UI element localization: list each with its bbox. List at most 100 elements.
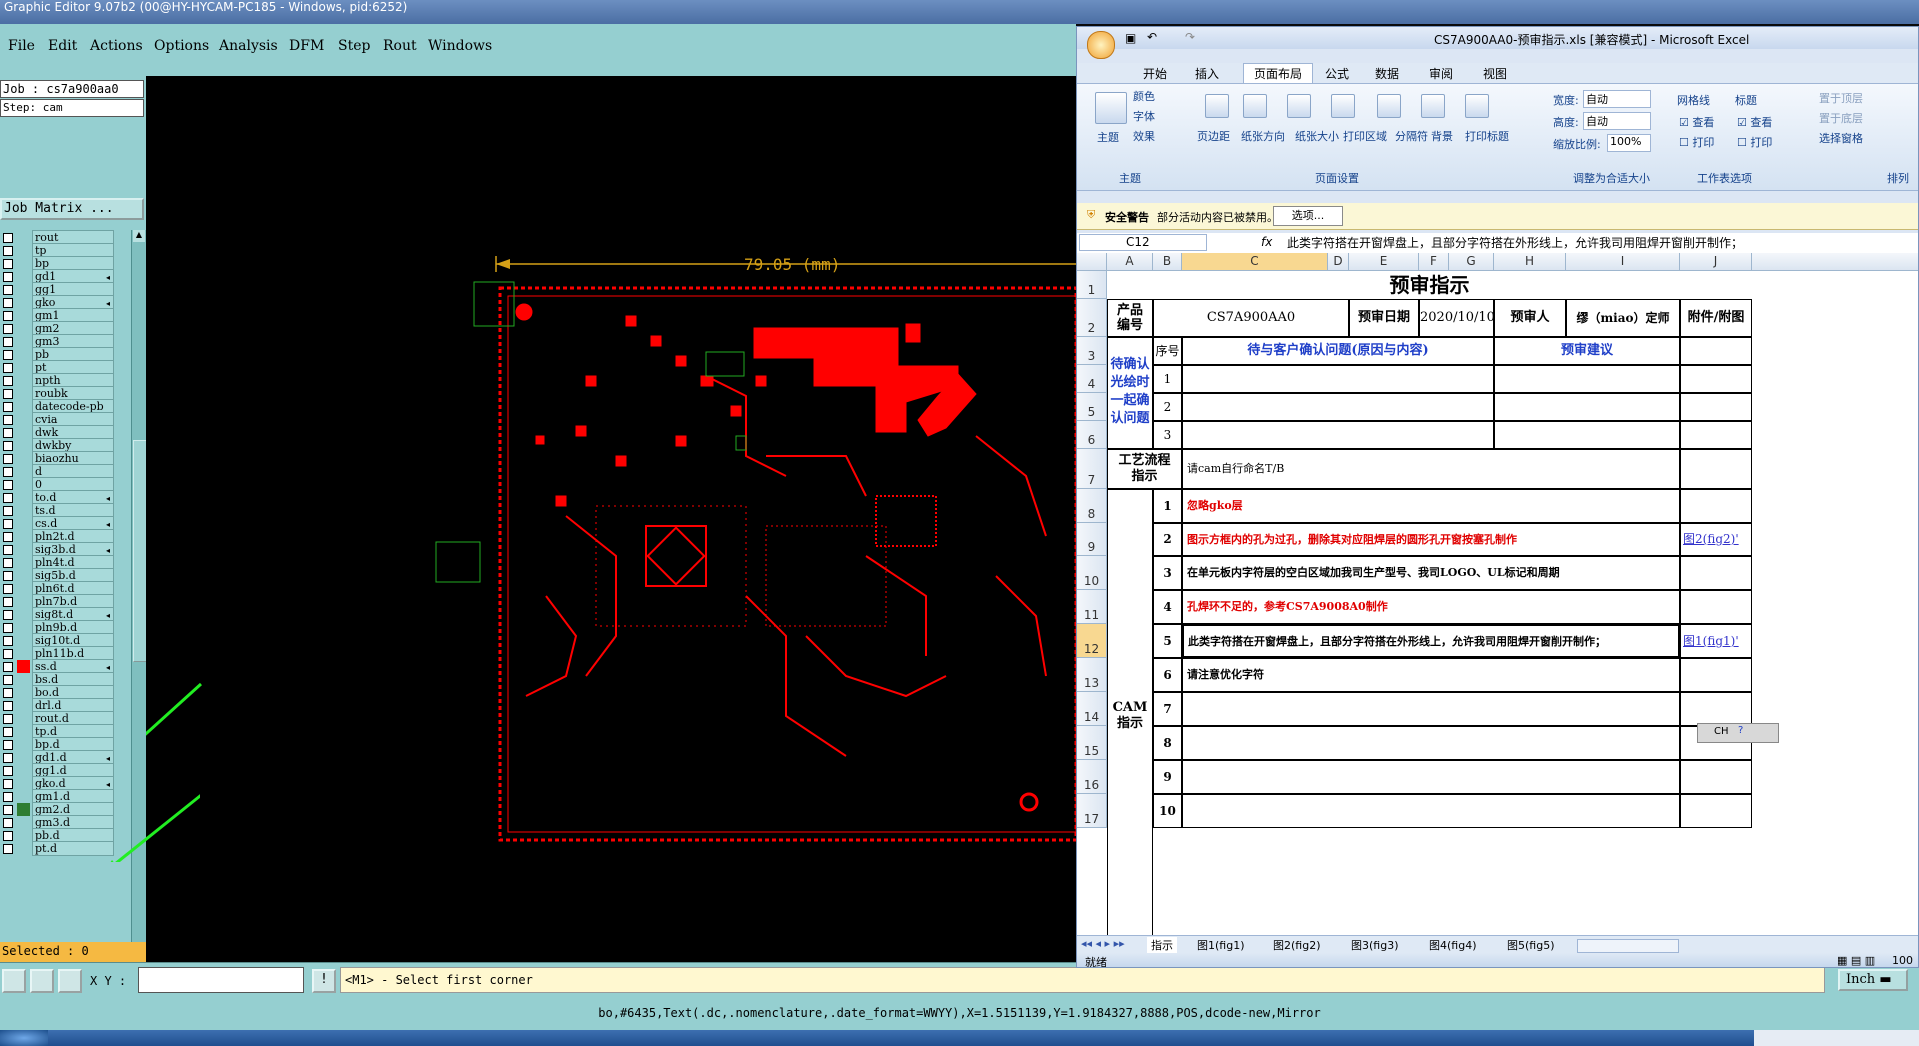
- layer-checkbox[interactable]: [3, 779, 13, 789]
- product-value[interactable]: CS7A900AA0: [1153, 299, 1349, 337]
- issue-header[interactable]: 待与客户确认问题(原因与内容): [1182, 337, 1494, 365]
- row-header[interactable]: 11: [1077, 590, 1107, 624]
- cam-instruction[interactable]: 忽略gko层: [1182, 489, 1680, 523]
- layer-checkbox[interactable]: [3, 493, 13, 503]
- cam-seq[interactable]: 6: [1153, 658, 1182, 692]
- confirm-suggest-cell[interactable]: [1494, 393, 1680, 421]
- cam-seq[interactable]: 5: [1153, 624, 1182, 658]
- layer-checkbox[interactable]: [3, 792, 13, 802]
- layer-checkbox[interactable]: [3, 844, 13, 854]
- row-header[interactable]: 12: [1077, 624, 1107, 658]
- office-button-icon[interactable]: [1087, 31, 1115, 59]
- layer-checkbox[interactable]: [3, 311, 13, 321]
- sheet-tab[interactable]: 图5(fig5): [1507, 937, 1555, 953]
- col-header-d[interactable]: D: [1328, 253, 1349, 271]
- worksheet-grid[interactable]: A B C D E F G H I J 1 2 3 4 5 6 7 8 9 10 11 12 13 14 1…: [1077, 253, 1918, 935]
- menu-step[interactable]: Step: [338, 38, 370, 54]
- breaks-icon[interactable]: [1377, 94, 1401, 118]
- start-button[interactable]: [0, 1030, 48, 1046]
- layer-checkbox[interactable]: [3, 740, 13, 750]
- layer-checkbox[interactable]: [3, 506, 13, 516]
- themes-button[interactable]: 主题: [1097, 129, 1119, 145]
- size-icon[interactable]: [1287, 94, 1311, 118]
- cam-instruction[interactable]: 此类字符搭在开窗焊盘上，且部分字符搭在外形线上，允许我司用阻焊开窗削开制作；: [1182, 624, 1680, 658]
- reviewer-value[interactable]: 缪（miao）定师: [1566, 299, 1680, 337]
- layer-checkbox[interactable]: [3, 337, 13, 347]
- date-label[interactable]: 预审日期: [1349, 299, 1419, 337]
- headings-print-checkbox[interactable]: ☐ 打印: [1737, 134, 1772, 150]
- print-titles-button[interactable]: 打印标题: [1465, 128, 1509, 144]
- layer-checkbox[interactable]: [3, 675, 13, 685]
- undo-icon[interactable]: ↶: [1147, 30, 1157, 44]
- flow-value[interactable]: 请cam自行命名T/B: [1182, 449, 1680, 489]
- graphics-canvas[interactable]: 79.05 (mm): [146, 76, 1078, 968]
- confirm-issue-cell[interactable]: [1182, 393, 1494, 421]
- cam-label[interactable]: CAM 指示: [1107, 489, 1153, 935]
- attach-header-cell[interactable]: [1680, 337, 1752, 365]
- col-header-f[interactable]: F: [1419, 253, 1449, 271]
- cam-attach-link[interactable]: [1680, 556, 1752, 590]
- col-header-b[interactable]: B: [1153, 253, 1182, 271]
- sheet-title[interactable]: 预审指示: [1107, 271, 1752, 299]
- layer-checkbox[interactable]: [3, 350, 13, 360]
- xy-input[interactable]: [138, 967, 304, 993]
- sheet-tab[interactable]: 指示: [1147, 937, 1177, 953]
- layer-checkbox[interactable]: [3, 285, 13, 295]
- cam-seq[interactable]: 4: [1153, 590, 1182, 624]
- row-header[interactable]: 2: [1077, 299, 1107, 337]
- tab-insert[interactable]: 插入: [1195, 65, 1219, 82]
- layer-checkbox[interactable]: [3, 233, 13, 243]
- cam-attach-link[interactable]: [1680, 692, 1752, 726]
- attach-label[interactable]: 附件/附图: [1680, 299, 1752, 337]
- tab-view[interactable]: 视图: [1483, 65, 1507, 82]
- product-label[interactable]: 产品 编号: [1107, 299, 1153, 337]
- sheet-nav-icon[interactable]: ◂◂ ◂ ▸ ▸▸: [1081, 937, 1125, 950]
- confirm-issue-cell[interactable]: [1182, 365, 1494, 393]
- scroll-up-icon[interactable]: ▲: [133, 230, 145, 242]
- zoom-value[interactable]: 100: [1892, 954, 1913, 967]
- layer-checkbox[interactable]: [3, 714, 13, 724]
- confirm-seq[interactable]: 2: [1153, 393, 1182, 421]
- cam-attach-link[interactable]: [1680, 590, 1752, 624]
- zoom-box-icon[interactable]: [2, 969, 26, 993]
- layer-checkbox[interactable]: [3, 389, 13, 399]
- row-header[interactable]: 3: [1077, 337, 1107, 365]
- menu-rout[interactable]: Rout: [383, 38, 417, 54]
- cam-seq[interactable]: 2: [1153, 523, 1182, 556]
- menu-file[interactable]: File: [8, 38, 35, 54]
- row-header[interactable]: 1: [1077, 271, 1107, 299]
- row-header[interactable]: 8: [1077, 489, 1107, 523]
- cam-instruction[interactable]: [1182, 760, 1680, 794]
- col-header-e[interactable]: E: [1349, 253, 1419, 271]
- breaks-button[interactable]: 分隔符: [1395, 128, 1428, 144]
- cam-instruction[interactable]: [1182, 692, 1680, 726]
- width-select[interactable]: 自动: [1583, 90, 1651, 108]
- menu-edit[interactable]: Edit: [48, 38, 77, 54]
- layer-checkbox[interactable]: [3, 519, 13, 529]
- print-area-icon[interactable]: [1331, 94, 1355, 118]
- confirm-suggest-cell[interactable]: [1494, 365, 1680, 393]
- redo-icon[interactable]: ↷: [1185, 30, 1195, 44]
- formula-input[interactable]: 此类字符搭在开窗焊盘上，且部分字符搭在外形线上，允许我司用阻焊开窗削开制作；: [1287, 234, 1917, 251]
- print-titles-icon[interactable]: [1465, 94, 1489, 118]
- cam-instruction[interactable]: [1182, 794, 1680, 828]
- layer-checkbox[interactable]: [3, 467, 13, 477]
- confirm-issue-cell[interactable]: [1182, 421, 1494, 449]
- layer-color-swatch[interactable]: [17, 842, 30, 855]
- confirm-seq[interactable]: 1: [1153, 365, 1182, 393]
- info-icon[interactable]: !: [312, 969, 336, 993]
- row-header[interactable]: 6: [1077, 421, 1107, 449]
- scroll-thumb[interactable]: [133, 440, 147, 662]
- layer-checkbox[interactable]: [3, 649, 13, 659]
- orientation-icon[interactable]: [1243, 94, 1267, 118]
- suggest-header[interactable]: 预审建议: [1494, 337, 1680, 365]
- menu-analysis[interactable]: Analysis: [219, 38, 278, 54]
- layer-checkbox[interactable]: [3, 688, 13, 698]
- view-buttons-icon[interactable]: ▦ ▤ ▥: [1837, 954, 1875, 967]
- menu-dfm[interactable]: DFM: [289, 38, 324, 54]
- layer-checkbox[interactable]: [3, 558, 13, 568]
- measure-icon[interactable]: [30, 969, 54, 993]
- layer-checkbox[interactable]: [3, 272, 13, 282]
- confirm-attach-cell[interactable]: [1680, 393, 1752, 421]
- headings-view-checkbox[interactable]: ☑ 查看: [1737, 114, 1772, 130]
